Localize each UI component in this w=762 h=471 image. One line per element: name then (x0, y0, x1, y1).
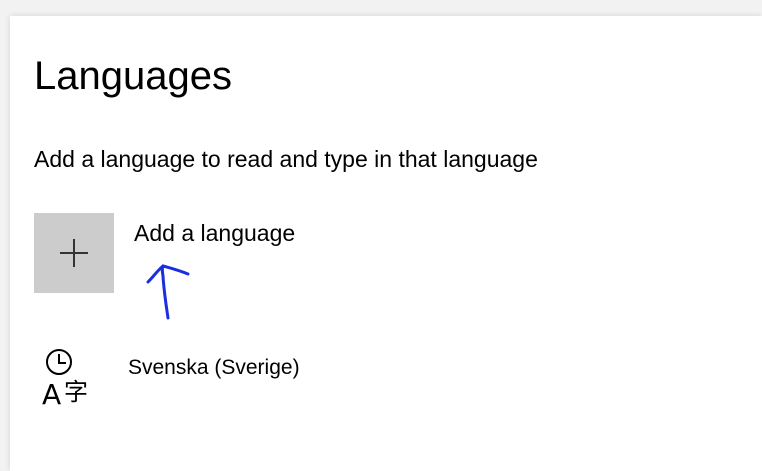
language-item-label: Svenska (Sverige) (128, 356, 300, 379)
plus-icon (34, 213, 114, 293)
add-language-label: Add a language (134, 220, 296, 246)
svg-text:A: A (42, 378, 61, 411)
page-title: Languages (34, 54, 232, 98)
language-clock-icon: A 字 (42, 349, 88, 411)
add-language-button[interactable]: Add a language (34, 213, 454, 293)
svg-text:字: 字 (64, 378, 88, 406)
language-item-svenska[interactable]: A 字 Svenska (Sverige) (34, 338, 454, 428)
page-subtitle: Add a language to read and type in that … (34, 146, 538, 172)
languages-panel: Languages Add a language to read and typ… (10, 16, 762, 471)
